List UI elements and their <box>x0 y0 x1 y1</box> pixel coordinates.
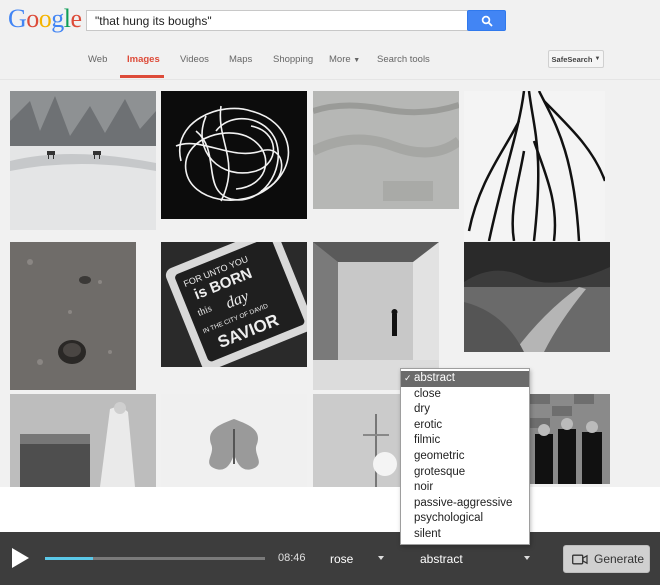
image-grid: FOR UNTO YOU is BORN this day IN THE CIT… <box>0 80 660 487</box>
safesearch-label: SafeSearch <box>551 54 593 64</box>
chevron-down-icon: ▼ <box>353 57 361 64</box>
checkmark-icon: ✓ <box>404 373 412 383</box>
menu-item-erotic[interactable]: erotic <box>401 418 529 434</box>
chevron-down-icon <box>378 556 384 560</box>
play-icon[interactable] <box>12 548 29 568</box>
search-input[interactable]: "that hung its boughs" <box>86 10 468 31</box>
magnifier-icon <box>481 15 493 27</box>
menu-item-geometric[interactable]: geometric <box>401 449 529 465</box>
active-tab-indicator <box>120 75 164 78</box>
image-result-ink-blot[interactable] <box>161 394 307 487</box>
menu-item-passive-aggressive[interactable]: passive-aggressive <box>401 496 529 512</box>
menu-item-grotesque[interactable]: grotesque <box>401 465 529 481</box>
safesearch-button[interactable]: SafeSearch ▼ <box>548 50 604 68</box>
image-result-wire-scribble[interactable] <box>161 91 307 219</box>
image-result-dirt-road[interactable] <box>464 242 610 352</box>
generate-label: Generate <box>594 552 645 566</box>
menu-item-filmic[interactable]: filmic <box>401 433 529 449</box>
menu-item-silent[interactable]: silent <box>401 527 529 543</box>
generate-button[interactable]: Generate <box>563 545 650 573</box>
menu-item-abstract[interactable]: ✓ abstract <box>401 371 529 387</box>
tab-videos[interactable]: Videos <box>180 54 209 65</box>
image-result-victorian-woman[interactable] <box>10 394 156 487</box>
menu-item-psychological[interactable]: psychological <box>401 511 529 527</box>
page: Google "that hung its boughs" Web Images… <box>0 0 660 585</box>
video-camera-icon <box>572 554 588 564</box>
image-result-foggy-landscape[interactable] <box>313 91 459 209</box>
menu-item-noir[interactable]: noir <box>401 480 529 496</box>
image-result-band-portrait[interactable] <box>530 394 610 484</box>
seek-bar[interactable] <box>45 557 265 560</box>
chevron-down-icon <box>524 556 530 560</box>
mood-dropdown-menu: ✓ abstract close dry erotic filmic geomet… <box>400 368 530 545</box>
time-readout: 08:46 <box>278 552 306 564</box>
rose-select[interactable]: rose <box>330 552 353 566</box>
google-logo[interactable]: Google <box>8 4 82 34</box>
search-button[interactable] <box>467 10 506 31</box>
image-result-branches[interactable] <box>464 91 605 241</box>
image-result-pinecone[interactable] <box>10 242 136 390</box>
tab-more-label: More <box>329 54 351 65</box>
menu-item-dry[interactable]: dry <box>401 402 529 418</box>
image-result-snow-deer[interactable] <box>10 91 156 230</box>
tab-more[interactable]: More ▼ <box>329 54 360 65</box>
chevron-down-icon: ▼ <box>594 56 601 62</box>
tab-search-tools[interactable]: Search tools <box>377 54 430 65</box>
mood-select[interactable]: abstract <box>420 552 463 566</box>
tab-shopping[interactable]: Shopping <box>273 54 313 65</box>
search-bar-area: Google "that hung its boughs" <box>0 0 660 40</box>
image-result-chalkboard[interactable]: FOR UNTO YOU is BORN this day IN THE CIT… <box>161 242 307 367</box>
tab-images[interactable]: Images <box>127 54 160 65</box>
seek-progress <box>45 557 94 560</box>
player-bar: 08:46 rose abstract Generate <box>0 532 660 585</box>
menu-item-close[interactable]: close <box>401 387 529 403</box>
tab-web[interactable]: Web <box>88 54 107 65</box>
tab-maps[interactable]: Maps <box>229 54 252 65</box>
menu-item-label: abstract <box>414 372 455 384</box>
